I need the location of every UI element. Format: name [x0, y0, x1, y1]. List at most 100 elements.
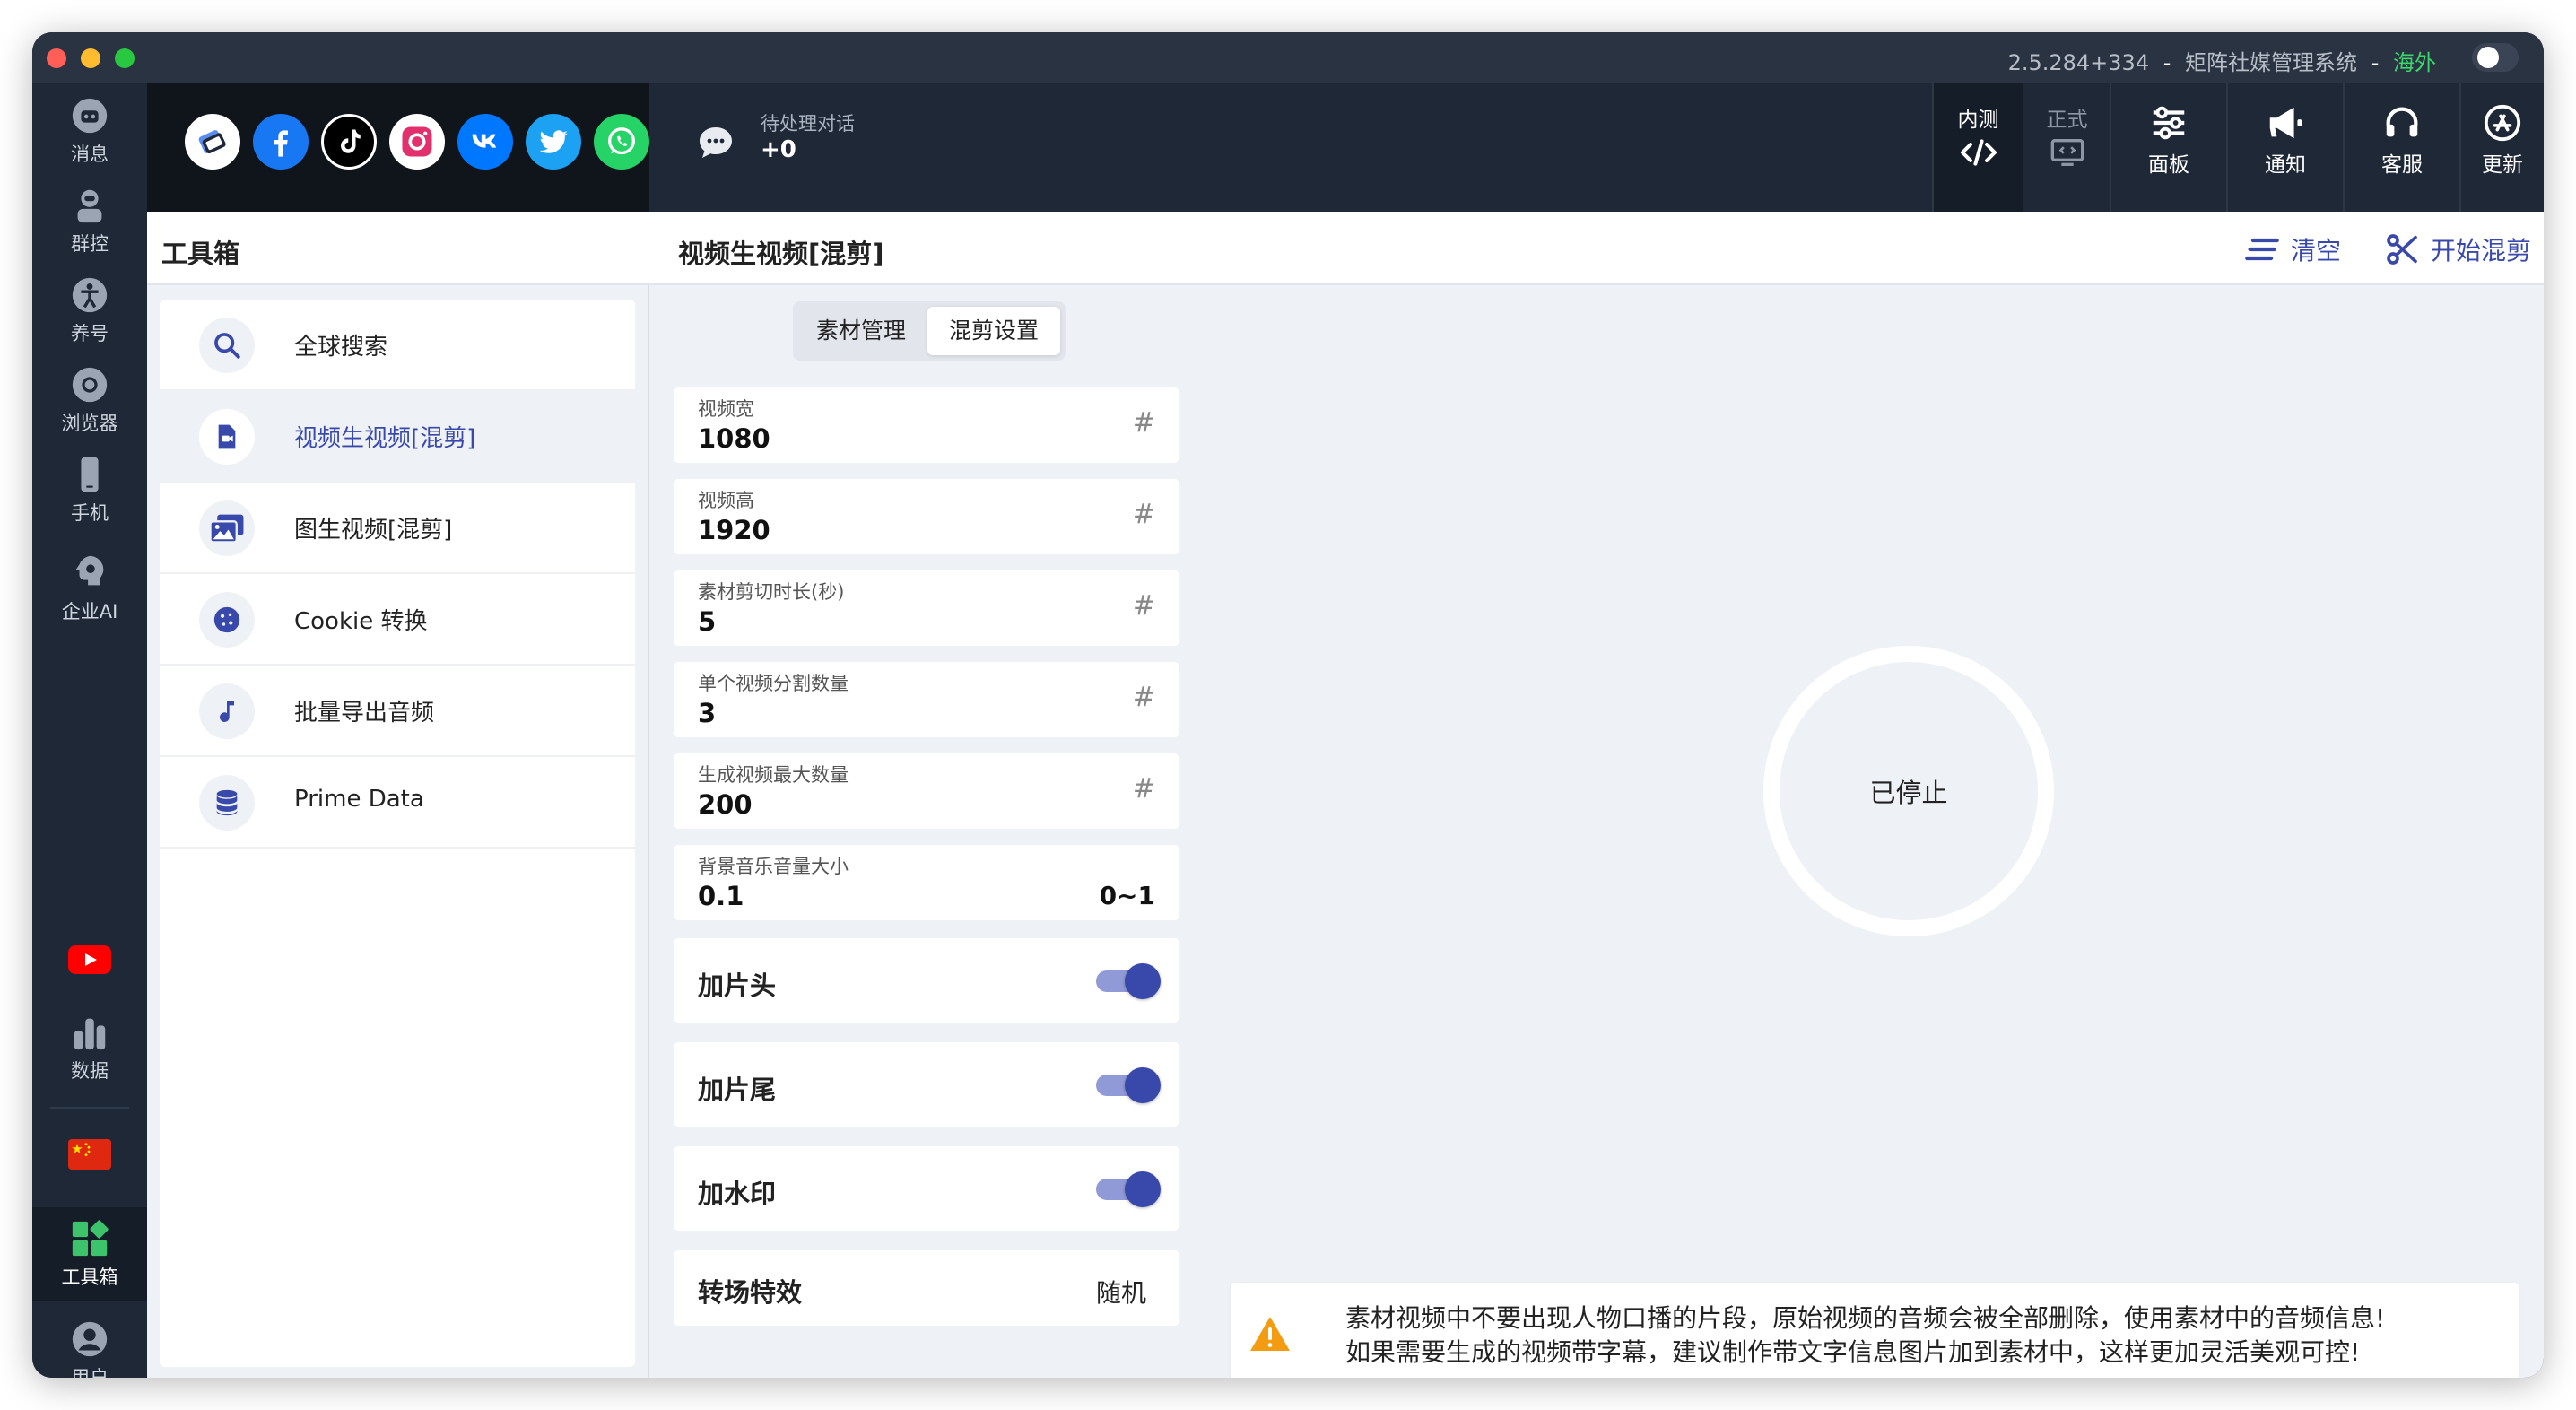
tool-label: Cookie 转换 — [294, 608, 428, 635]
window-maximize-button[interactable] — [115, 48, 135, 68]
tool-item-cookie-convert[interactable]: Cookie 转换 — [160, 574, 635, 666]
status-text: 已停止 — [1869, 778, 1948, 808]
panel-label: 面板 — [2148, 153, 2189, 177]
music-note-icon — [220, 701, 234, 722]
bar-chart-icon — [74, 1018, 106, 1050]
video-file-icon — [218, 424, 236, 449]
social-facebook[interactable] — [253, 114, 309, 170]
field-label: 视频高 — [698, 490, 754, 511]
title-separator: - — [2163, 50, 2171, 75]
region-label: 海外 — [2393, 50, 2436, 75]
social-whatsapp[interactable] — [594, 114, 649, 170]
rail-label: 用户 — [71, 1367, 109, 1378]
rail-item-enterprise-ai[interactable]: 企业AI — [32, 553, 147, 624]
toggle-label: 加水印 — [698, 1179, 777, 1209]
toolbox-grid-icon — [72, 1220, 109, 1257]
add-watermark-switch[interactable] — [1096, 1171, 1161, 1207]
panel-button[interactable]: 面板 — [2110, 83, 2226, 212]
field-value: 1920 — [698, 515, 770, 545]
env-beta-label: 内测 — [1957, 109, 1999, 132]
rail-item-youtube[interactable] — [32, 942, 147, 981]
bgm-volume-field[interactable]: 背景音乐音量大小 0.1 0~1 — [674, 845, 1179, 920]
field-label: 背景音乐音量大小 — [698, 856, 849, 877]
update-label: 更新 — [2482, 153, 2523, 177]
user-avatar-icon — [72, 1321, 108, 1357]
robot-icon — [77, 189, 102, 223]
rail-label: 工具箱 — [61, 1266, 118, 1288]
field-label: 素材剪切时长(秒) — [698, 581, 845, 603]
rail-item-group-control[interactable]: 群控 — [32, 185, 147, 257]
tool-item-prime-data[interactable]: Prime Data — [160, 757, 635, 849]
rail-label: 企业AI — [61, 601, 118, 622]
add-intro-row: 加片头 — [674, 938, 1179, 1023]
social-generic-app[interactable] — [185, 114, 240, 170]
clear-button[interactable]: 清空 — [2244, 231, 2341, 267]
notification-button[interactable]: 通知 — [2226, 83, 2343, 212]
social-twitter[interactable] — [526, 114, 581, 170]
field-value: 200 — [698, 789, 753, 820]
page-title: 视频生视频[混剪] — [678, 239, 884, 269]
update-button[interactable]: 更新 — [2459, 83, 2544, 212]
tool-icon-wrap — [199, 775, 255, 831]
theme-toggle[interactable] — [2472, 43, 2519, 72]
rail-item-data[interactable]: 数据 — [32, 1012, 147, 1084]
tool-label: 视频生视频[混剪] — [294, 425, 476, 452]
rail-item-toolbox[interactable]: 工具箱 — [32, 1207, 147, 1301]
app-store-icon — [2484, 104, 2521, 142]
toolbox-title: 工具箱 — [161, 239, 240, 269]
tool-icon-wrap — [199, 683, 255, 739]
add-intro-switch[interactable] — [1096, 963, 1161, 999]
env-beta-button[interactable]: 内测 — [1934, 83, 2023, 212]
env-prod-button[interactable]: 正式 — [2023, 83, 2111, 212]
clear-lines-icon — [2245, 238, 2279, 261]
support-label: 客服 — [2381, 153, 2423, 177]
max-videos-field[interactable]: 生成视频最大数量 200 # — [674, 753, 1179, 829]
rail-item-language-cn[interactable] — [32, 1139, 147, 1173]
instagram-icon — [402, 126, 432, 157]
rail-item-messages[interactable]: 消息 — [32, 95, 147, 167]
notification-label: 通知 — [2265, 153, 2306, 177]
tab-remix-settings[interactable]: 混剪设置 — [927, 307, 1060, 355]
transition-effect-select[interactable]: 转场特效 随机 — [674, 1250, 1179, 1326]
pending-label: 待处理对话 — [761, 113, 855, 135]
environment-switch: 内测 正式 — [1932, 83, 2110, 212]
social-vk[interactable] — [457, 114, 513, 170]
video-width-field[interactable]: 视频宽 1080 # — [674, 387, 1179, 463]
tool-item-global-search[interactable]: 全球搜索 — [160, 300, 635, 391]
tab-material-management[interactable]: 素材管理 — [798, 307, 924, 355]
window-close-button[interactable] — [47, 48, 66, 68]
vk-icon — [472, 134, 497, 148]
add-outro-switch[interactable] — [1096, 1067, 1161, 1103]
split-count-field[interactable]: 单个视频分割数量 3 # — [674, 662, 1179, 737]
toolbox-panel: 工具箱 全球搜索 视频生视频[混剪] 图生视频[混剪] Cookie 转换 批量… — [147, 212, 649, 1378]
social-tiktok[interactable] — [321, 114, 377, 170]
main-content: 视频生视频[混剪] 清空 开始混剪 素材管理 混剪设置 视频宽 1080 # 视… — [649, 212, 2544, 1378]
tool-item-image-remix[interactable]: 图生视频[混剪] — [160, 483, 635, 574]
window-minimize-button[interactable] — [81, 48, 100, 68]
tool-item-export-audio[interactable]: 批量导出音频 — [160, 666, 635, 757]
tool-item-video-remix[interactable]: 视频生视频[混剪] — [160, 391, 635, 483]
rail-divider — [50, 1107, 129, 1109]
social-instagram[interactable] — [389, 114, 445, 170]
warning-triangle-icon — [1250, 1317, 1290, 1351]
tool-label: 批量导出音频 — [294, 700, 435, 727]
tool-label: 全球搜索 — [294, 334, 388, 361]
support-button[interactable]: 客服 — [2343, 83, 2459, 212]
range-hint: 0~1 — [1099, 881, 1155, 910]
tool-label: Prime Data — [294, 786, 424, 813]
rail-label: 群控 — [71, 233, 109, 255]
rail-item-phone[interactable]: 手机 — [32, 454, 147, 526]
window-title: 2.5.284+334 - 矩阵社媒管理系统 - 海外 — [2008, 45, 2436, 76]
rail-item-user[interactable]: 用户 — [32, 1319, 147, 1378]
toggle-label: 加片头 — [698, 970, 777, 1001]
rail-item-browser[interactable]: 浏览器 — [32, 364, 147, 436]
start-remix-label: 开始混剪 — [2430, 236, 2531, 265]
cookie-icon — [213, 606, 240, 633]
video-height-field[interactable]: 视频高 1920 # — [674, 479, 1179, 554]
youtube-icon — [68, 945, 111, 974]
clip-duration-field[interactable]: 素材剪切时长(秒) 5 # — [674, 570, 1179, 646]
person-accessibility-icon — [72, 277, 108, 313]
start-remix-button[interactable]: 开始混剪 — [2384, 231, 2531, 267]
hash-icon: # — [1132, 682, 1155, 713]
rail-item-account-nurture[interactable]: 养号 — [32, 274, 147, 346]
